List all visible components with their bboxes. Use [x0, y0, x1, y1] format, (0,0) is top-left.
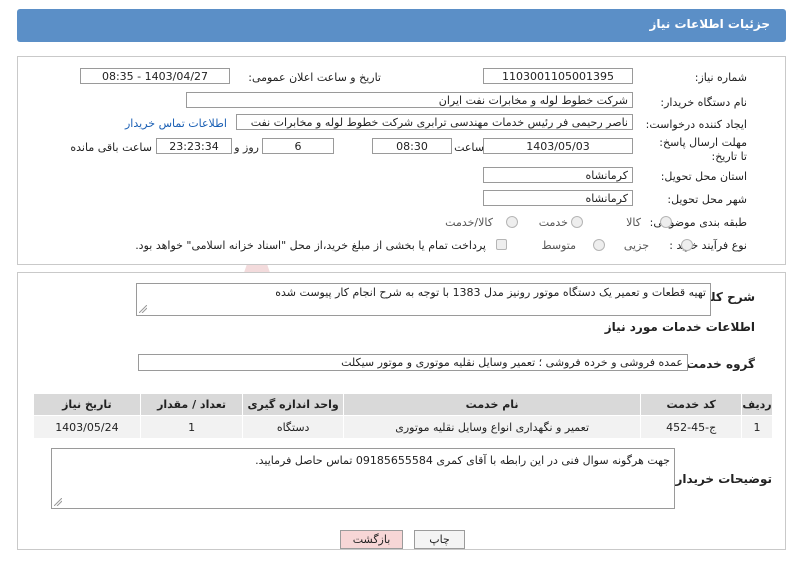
cell-service-code: ج-45-452 [640, 415, 743, 439]
col-header-service-code: کد خدمت [640, 393, 743, 416]
creator-label: ایجاد کننده درخواست: [645, 118, 747, 131]
deadline-label: مهلت ارسال پاسخ: تا تاریخ: [659, 136, 747, 163]
treasury-payment-note: پرداخت تمام یا بخشی از مبلغ خرید،از محل … [135, 239, 486, 252]
buyer-notes-textarea: جهت هرگونه سوال فنی در این رابطه با آقای… [51, 448, 675, 509]
province-label: استان محل تحویل: [660, 170, 747, 183]
buyer-label: نام دستگاه خریدار: [660, 96, 747, 109]
cell-service-name: تعمیر و نگهداری انواع وسایل نقلیه موتوری [342, 415, 642, 439]
category-option-service: خدمت [538, 216, 568, 229]
cell-quantity: 1 [139, 415, 244, 439]
col-header-need-date: تاریخ نیاز [33, 393, 141, 416]
col-header-row-number: ردیف [741, 393, 773, 416]
category-radio-service[interactable] [571, 216, 583, 228]
cell-need-date: 1403/05/24 [33, 415, 141, 439]
print-button[interactable]: چاپ [414, 530, 465, 549]
city-field: کرمانشاه [483, 190, 633, 206]
remaining-time-field: 23:23:34 [156, 138, 232, 154]
cell-row-number: 1 [741, 415, 773, 439]
category-radio-goods[interactable] [660, 216, 672, 228]
creator-field: ناصر رحیمی فر رئیس خدمات مهندسی ترابری ش… [236, 114, 633, 130]
deadline-date-field: 1403/05/03 [483, 138, 633, 154]
process-radio-minor[interactable] [681, 239, 693, 251]
table-header-row: ردیف کد خدمت نام خدمت واحد اندازه گیری ت… [33, 393, 773, 416]
col-header-unit: واحد اندازه گیری [242, 393, 344, 416]
service-group-field: عمده فروشی و خرده فروشی ؛ تعمیر وسایل نق… [138, 354, 688, 371]
announce-label: تاریخ و ساعت اعلان عمومی: [248, 71, 381, 84]
city-label: شهر محل تحویل: [667, 193, 747, 206]
services-table: ردیف کد خدمت نام خدمت واحد اندازه گیری ت… [33, 393, 773, 439]
buyer-notes-text: جهت هرگونه سوال فنی در این رابطه با آقای… [255, 454, 670, 467]
cell-unit: دستگاه [242, 415, 344, 439]
service-group-label: گروه خدمت: [681, 357, 755, 371]
table-row: 1 ج-45-452 تعمیر و نگهداری انواع وسایل ن… [33, 415, 773, 439]
announce-field: 1403/04/27 - 08:35 [80, 68, 230, 84]
resize-grip-icon [54, 498, 62, 506]
time-label: ساعت [454, 141, 484, 154]
col-header-service-name: نام خدمت [342, 393, 642, 416]
process-radio-medium[interactable] [593, 239, 605, 251]
days-label: روز و [234, 141, 259, 154]
treasury-payment-checkbox[interactable] [496, 239, 507, 250]
need-number-field: 1103001105001395 [483, 68, 633, 84]
days-field: 6 [262, 138, 334, 154]
province-field: کرمانشاه [483, 167, 633, 183]
process-option-medium: متوسط [541, 239, 576, 252]
back-button[interactable]: بازگشت [340, 530, 403, 549]
buyer-field: شرکت خطوط لوله و مخابرات نفت ایران [186, 92, 633, 108]
buyer-contact-link[interactable]: اطلاعات تماس خریدار [125, 117, 227, 130]
col-header-quantity: تعداد / مقدار [139, 393, 244, 416]
deadline-time-field: 08:30 [372, 138, 452, 154]
category-option-goods: کالا [626, 216, 641, 229]
page-header: جزئیات اطلاعات نیاز [17, 9, 786, 42]
category-radio-both[interactable] [506, 216, 518, 228]
page-title: جزئیات اطلاعات نیاز [649, 17, 770, 31]
need-number-label: شماره نیاز: [694, 71, 747, 84]
summary-text: تهیه قطعات و تعمیر یک دستگاه موتور رونیز… [275, 286, 706, 299]
category-option-both: کالا/خدمت [445, 216, 493, 229]
remaining-label: ساعت باقی مانده [70, 141, 152, 154]
buyer-notes-label: توضیحات خریدار: [670, 472, 772, 486]
resize-grip-icon [139, 305, 147, 313]
services-section-title: اطلاعات خدمات مورد نیاز [604, 320, 755, 334]
process-option-minor: جزیی [623, 239, 649, 252]
summary-textarea: تهیه قطعات و تعمیر یک دستگاه موتور رونیز… [136, 283, 711, 316]
